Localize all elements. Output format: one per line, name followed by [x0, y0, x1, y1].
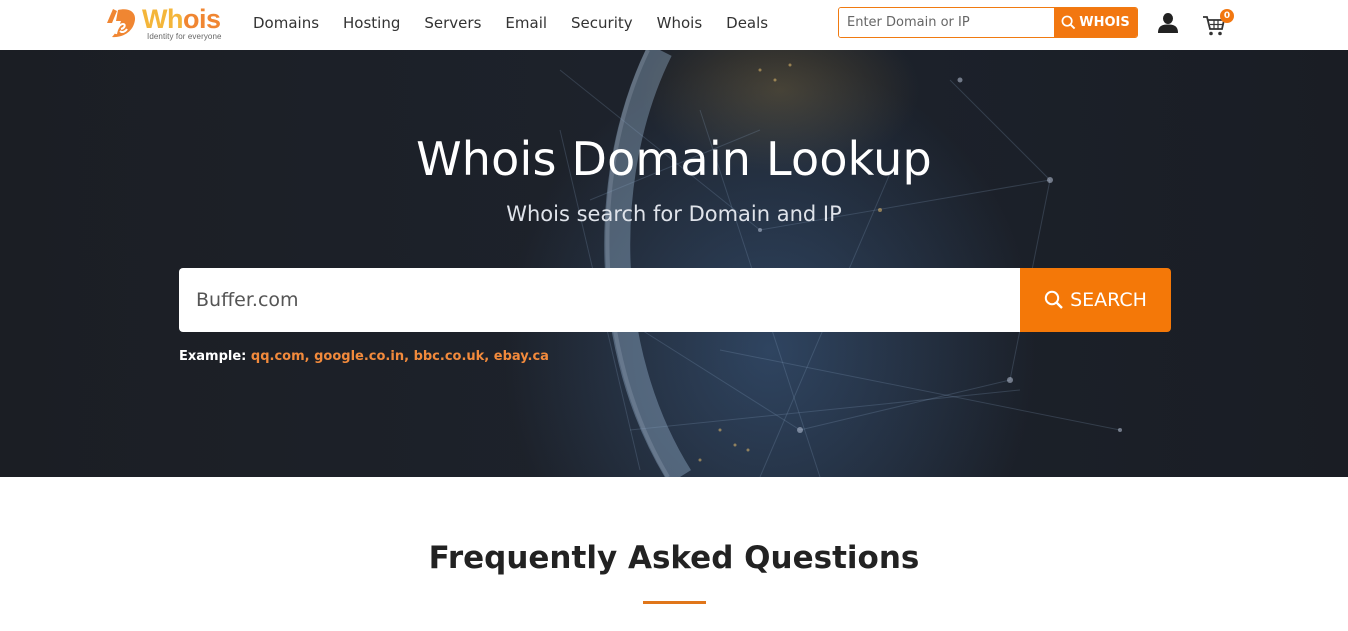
header-search: WHOIS [838, 7, 1138, 38]
logo-word-part1: Wh [142, 4, 183, 34]
header-whois-button[interactable]: WHOIS [1054, 8, 1137, 37]
example-link-bbc[interactable]: bbc.co.uk [414, 349, 485, 364]
search-examples: Example: qq.com, google.co.in, bbc.co.uk… [179, 349, 549, 364]
search-icon [1044, 290, 1063, 309]
domain-search-form: SEARCH [179, 268, 1171, 332]
cart-count-badge: 0 [1220, 9, 1234, 23]
main-nav: Domains Hosting Servers Email Security W… [253, 13, 792, 33]
logo[interactable]: Whois Identity for everyone [104, 4, 228, 42]
nav-email[interactable]: Email [505, 13, 547, 33]
cart-button[interactable]: 0 [1202, 9, 1236, 37]
header-whois-button-label: WHOIS [1079, 15, 1130, 30]
logo-tagline: Identity for everyone [147, 32, 222, 41]
example-link-google[interactable]: google.co.in [314, 349, 404, 364]
nav-hosting[interactable]: Hosting [343, 13, 400, 33]
header-search-input[interactable] [839, 8, 1054, 37]
search-button[interactable]: SEARCH [1020, 268, 1171, 332]
nav-servers[interactable]: Servers [424, 13, 481, 33]
logo-word-part2: ois [182, 4, 221, 34]
hero-subtitle: Whois search for Domain and IP [506, 202, 842, 226]
nav-deals[interactable]: Deals [726, 13, 768, 33]
hero-title: Whois Domain Lookup [416, 132, 932, 186]
search-icon [1061, 15, 1076, 30]
hero-section: Whois Domain Lookup Whois search for Dom… [0, 50, 1348, 477]
user-icon[interactable] [1157, 12, 1179, 34]
network-globe-background [559, 50, 1122, 477]
logo-mark-icon [107, 9, 136, 38]
example-link-ebay[interactable]: ebay.ca [494, 349, 549, 364]
search-button-label: SEARCH [1070, 289, 1147, 311]
domain-search-input[interactable] [179, 268, 1020, 332]
example-link-qq[interactable]: qq.com [251, 349, 305, 364]
nav-security[interactable]: Security [571, 13, 633, 33]
logo-wordmark: Whois [142, 4, 221, 34]
examples-label: Example: [179, 349, 247, 364]
faq-heading-underline [643, 601, 706, 604]
nav-domains[interactable]: Domains [253, 13, 319, 33]
nav-whois[interactable]: Whois [657, 13, 703, 33]
faq-heading: Frequently Asked Questions [428, 540, 920, 576]
site-header: Whois Identity for everyone Domains Host… [0, 0, 1348, 50]
